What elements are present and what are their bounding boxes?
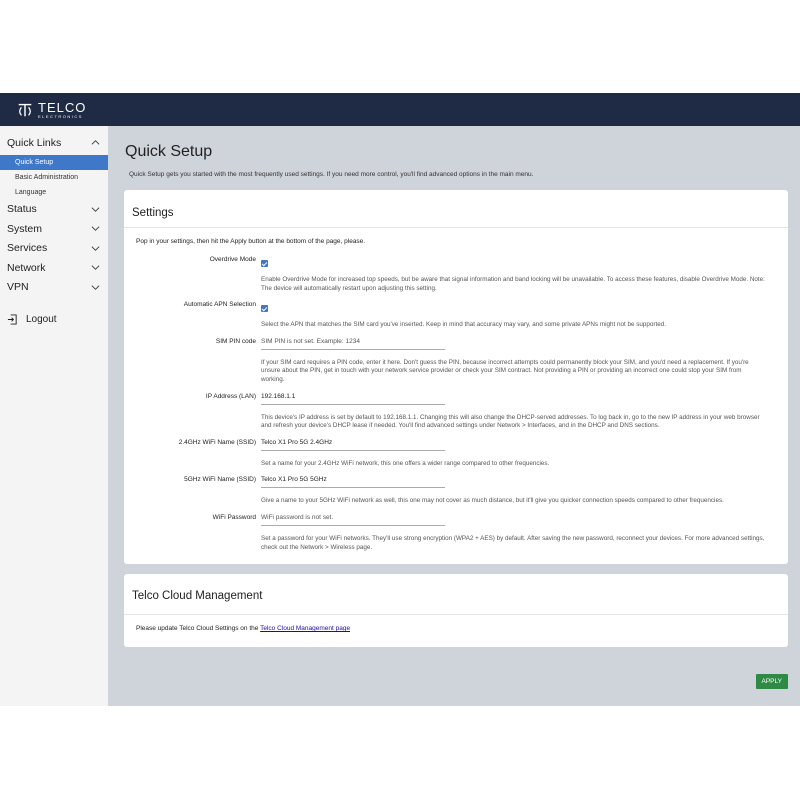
sidebar-item-language[interactable]: Language bbox=[0, 185, 108, 200]
sim-pin-label: SIM PIN code bbox=[215, 337, 256, 345]
nav-group-label: Status bbox=[7, 203, 37, 216]
apn-help: Select the APN that matches the SIM card… bbox=[261, 321, 666, 329]
ip-input[interactable]: 192.168.1.1 bbox=[261, 391, 445, 405]
brand-logo[interactable]: TELCO ELECTRONICS bbox=[16, 101, 86, 119]
nav-group-services[interactable]: Services bbox=[0, 239, 108, 259]
ssid24-help: Set a name for your 2.4GHz WiFi network,… bbox=[261, 459, 550, 467]
apn-checkbox[interactable] bbox=[261, 305, 268, 313]
nav-group-vpn[interactable]: VPN bbox=[0, 278, 108, 298]
sidebar-item-basic-administration[interactable]: Basic Administration bbox=[0, 170, 108, 185]
nav-group-label: VPN bbox=[7, 281, 29, 294]
sim-pin-input[interactable]: SIM PIN is not set. Example: 1234 bbox=[261, 336, 445, 350]
wifi-password-label: WiFi Password bbox=[212, 513, 256, 521]
settings-card: Settings Pop in your settings, then hit … bbox=[124, 190, 788, 565]
brand-name: TELCO bbox=[38, 99, 87, 115]
settings-lead: Pop in your settings, then hit the Apply… bbox=[136, 238, 366, 245]
cloud-card: Telco Cloud Management Please update Tel… bbox=[124, 574, 788, 648]
sidebar-item-quick-setup[interactable]: Quick Setup bbox=[0, 154, 108, 170]
nav-group-label: Network bbox=[7, 261, 46, 274]
logout-icon bbox=[7, 314, 17, 325]
overdrive-help: Enable Overdrive Mode for increased top … bbox=[261, 276, 765, 292]
overdrive-row: Overdrive Mode Enable Overdrive Mode for… bbox=[136, 254, 776, 293]
nav-group-label: System bbox=[7, 222, 43, 235]
nav-group-label: Quick Links bbox=[7, 136, 62, 149]
apn-row: Automatic APN Selection Select the APN t… bbox=[136, 299, 776, 330]
brand-tagline: ELECTRONICS bbox=[38, 113, 83, 119]
wifi-password-help: Set a password for your WiFi networks. T… bbox=[261, 534, 765, 551]
nav-group-network[interactable]: Network bbox=[0, 258, 108, 278]
nav-group-system[interactable]: System bbox=[0, 219, 108, 239]
wifi-password-input[interactable]: WiFi password is not set. bbox=[261, 512, 445, 526]
app-root: TELCO ELECTRONICS Quick Links Quick Setu… bbox=[0, 93, 800, 706]
ssid24-input[interactable]: Telco X1 Pro 5G 2.4GHz bbox=[261, 437, 445, 451]
cloud-text: Please update Telco Cloud Settings on th… bbox=[136, 625, 259, 633]
main-content: Quick Setup Quick Setup gets you started… bbox=[108, 126, 800, 706]
apply-button[interactable]: APPLY bbox=[755, 674, 788, 689]
logout-button[interactable]: Logout bbox=[0, 314, 108, 325]
telco-logo-icon bbox=[18, 103, 32, 116]
apn-label: Automatic APN Selection bbox=[183, 301, 256, 309]
overdrive-label: Overdrive Mode bbox=[209, 256, 256, 263]
page-intro: Quick Setup gets you started with the mo… bbox=[129, 171, 534, 178]
sim-pin-help: If your SIM card requires a PIN code, en… bbox=[261, 358, 749, 383]
nav-group-status[interactable]: Status bbox=[0, 200, 108, 220]
settings-title: Settings bbox=[124, 190, 788, 228]
ip-help: This device's IP address is set by defau… bbox=[261, 413, 760, 430]
ssid5-input[interactable]: Telco X1 Pro 5G 5GHz bbox=[261, 474, 445, 489]
cloud-title: Telco Cloud Management bbox=[124, 574, 788, 616]
chevron-up-icon bbox=[91, 140, 100, 145]
sidebar: Quick Links Quick Setup Basic Administra… bbox=[0, 126, 108, 706]
ssid24-row: 2.4GHz WiFi Name (SSID) Telco X1 Pro 5G … bbox=[136, 437, 776, 469]
ip-row: IP Address (LAN) 192.168.1.1 This device… bbox=[136, 391, 776, 431]
ssid5-label: 5GHz WiFi Name (SSID) bbox=[184, 476, 256, 484]
ip-label: IP Address (LAN) bbox=[205, 392, 256, 400]
nav-group-quick-links[interactable]: Quick Links bbox=[0, 133, 108, 153]
nav-group-label: Services bbox=[7, 242, 48, 255]
logout-label: Logout bbox=[26, 314, 57, 325]
wifi-password-row: WiFi Password WiFi password is not set. … bbox=[136, 512, 776, 552]
chevron-down-icon bbox=[91, 226, 100, 232]
ssid5-help: Give a name to your 5GHz WiFi network as… bbox=[261, 497, 724, 505]
chevron-down-icon bbox=[91, 265, 100, 271]
chevron-down-icon bbox=[91, 285, 100, 290]
chevron-down-icon bbox=[91, 207, 100, 212]
cloud-management-link[interactable]: Telco Cloud Management page bbox=[260, 625, 350, 632]
page-title: Quick Setup bbox=[125, 143, 213, 160]
top-bar: TELCO ELECTRONICS bbox=[0, 93, 800, 126]
chevron-down-icon bbox=[91, 246, 100, 251]
ssid24-label: 2.4GHz WiFi Name (SSID) bbox=[178, 438, 256, 446]
overdrive-checkbox[interactable] bbox=[261, 260, 268, 267]
ssid5-row: 5GHz WiFi Name (SSID) Telco X1 Pro 5G 5G… bbox=[136, 474, 776, 506]
sim-pin-row: SIM PIN code SIM PIN is not set. Example… bbox=[136, 336, 776, 385]
